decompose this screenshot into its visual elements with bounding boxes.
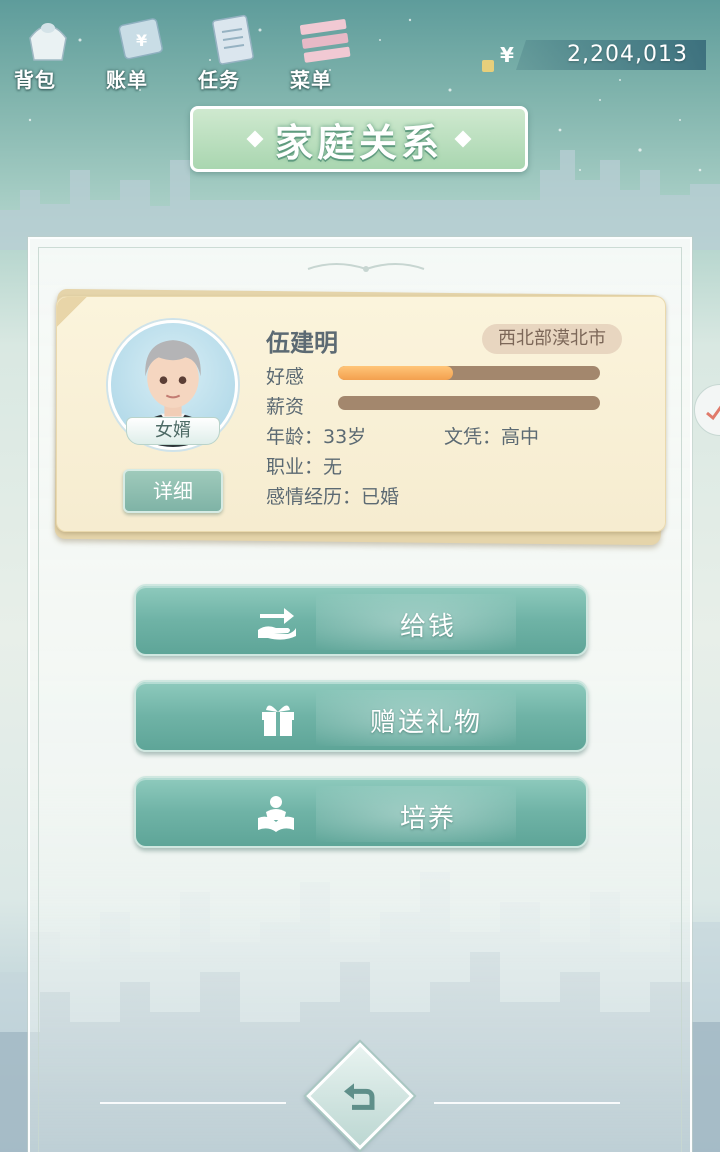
gift-icon (262, 705, 294, 736)
favor-bar-fill (338, 366, 454, 380)
relationship-text: 感情经历：已婚 (266, 486, 400, 508)
nav-task-button[interactable]: 任务 (194, 6, 266, 92)
bill-icon: ¥ (118, 18, 163, 60)
bag-icon (29, 23, 67, 61)
favor-label: 好感 (266, 366, 305, 388)
give-money-button[interactable]: 给钱 (134, 584, 588, 656)
page-title: 家庭关系 (274, 120, 443, 165)
location-badge: 西北部漠北市 (482, 324, 622, 354)
top-navigation: 背包 ¥ 账单 任务 菜单 (10, 6, 358, 92)
nav-bill-button[interactable]: ¥ 账单 (102, 6, 174, 92)
menu-icon (299, 19, 351, 63)
character-name: 伍建明 (266, 329, 338, 357)
title-banner: 家庭关系 (190, 106, 528, 172)
coin-icon (482, 60, 494, 72)
salary-label: 薪资 (266, 396, 305, 418)
job-text: 职业：无 (266, 456, 343, 478)
nav-menu-button[interactable]: 菜单 (286, 6, 358, 92)
reading-icon (258, 796, 294, 832)
train-label: 培养 (400, 804, 457, 834)
return-arrow-icon (344, 1083, 375, 1110)
relation-tag: 女婿 (126, 417, 220, 445)
diamond-icon (246, 130, 264, 148)
diamond-icon (454, 130, 472, 148)
age-text: 年龄：33岁 (266, 426, 367, 448)
task-icon (212, 14, 254, 65)
money-display: ¥ 2,204,013 (482, 38, 706, 74)
ornament-icon (307, 263, 425, 272)
money-amount: 2,204,013 (567, 42, 688, 67)
nav-bag-label: 背包 (14, 68, 56, 92)
give-gift-button[interactable]: 赠送礼物 (134, 680, 588, 752)
give-money-label: 给钱 (400, 612, 457, 642)
favor-bar (338, 366, 600, 380)
nav-task-label: 任务 (198, 68, 240, 92)
decorative-line-right (434, 1102, 620, 1104)
checkmark-icon (706, 405, 720, 421)
transfer-money-icon (258, 608, 296, 640)
nav-menu-label: 菜单 (290, 68, 332, 92)
train-button[interactable]: 培养 (134, 776, 588, 848)
detail-button[interactable]: 详细 (123, 469, 223, 513)
svg-text:¥: ¥ (136, 31, 147, 50)
decorative-line-left (100, 1102, 286, 1104)
salary-bar (338, 396, 600, 410)
side-tab-button[interactable] (694, 384, 720, 436)
card-corner (57, 297, 87, 327)
nav-bag-button[interactable]: 背包 (10, 6, 82, 92)
nav-bill-label: 账单 (106, 68, 148, 92)
education-text: 文凭：高中 (444, 426, 540, 448)
give-gift-label: 赠送礼物 (370, 708, 483, 738)
